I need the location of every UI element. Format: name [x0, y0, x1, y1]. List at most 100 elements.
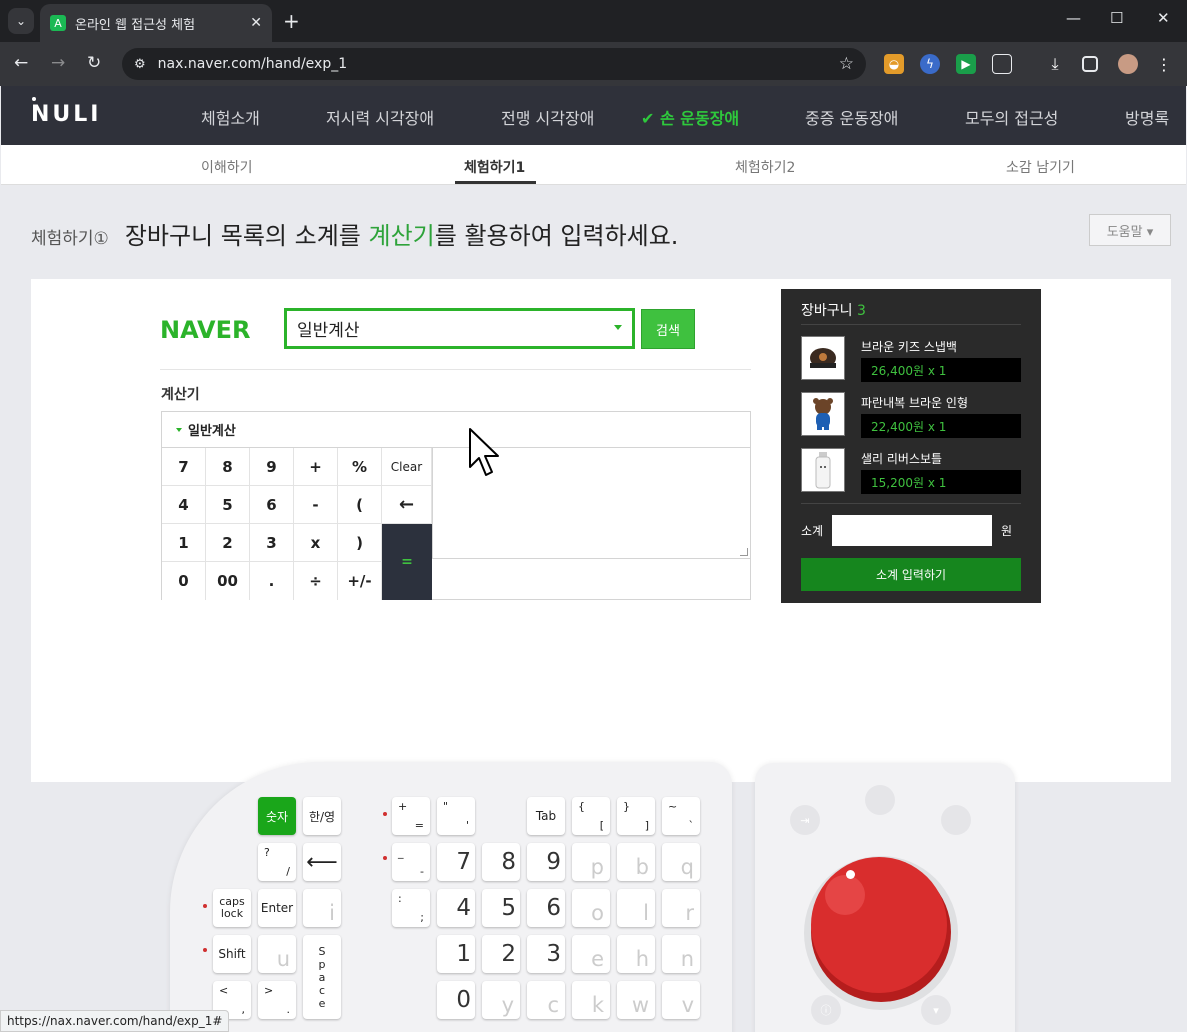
- back-icon[interactable]: ←: [14, 53, 28, 73]
- vk-9[interactable]: 9: [527, 843, 565, 881]
- subnav-understand[interactable]: 이해하기: [201, 157, 253, 177]
- vk-y[interactable]: y: [482, 981, 520, 1019]
- help-button[interactable]: 도움말 ▾: [1089, 214, 1171, 246]
- vk-1[interactable]: 1: [437, 935, 475, 973]
- download-icon[interactable]: ⤓: [1045, 54, 1065, 74]
- extensions-icon[interactable]: [992, 54, 1012, 74]
- calc-key-6[interactable]: 6: [250, 486, 294, 524]
- calc-key-open-paren[interactable]: (: [338, 486, 382, 524]
- calc-key-0[interactable]: 0: [162, 562, 206, 600]
- calc-key-sign[interactable]: +/-: [338, 562, 382, 600]
- search-select[interactable]: 일반계산: [284, 308, 635, 349]
- calc-key-8[interactable]: 8: [206, 448, 250, 486]
- url-text[interactable]: nax.naver.com/hand/exp_1: [158, 56, 839, 72]
- maximize-icon[interactable]: ☐: [1110, 9, 1123, 27]
- site-settings-icon[interactable]: ⚙: [134, 57, 146, 72]
- vk-w[interactable]: w: [617, 981, 655, 1019]
- nav-hand-motor[interactable]: ✔ 손 운동장애: [641, 105, 739, 129]
- calc-key-minus[interactable]: -: [294, 486, 338, 524]
- calc-key-9[interactable]: 9: [250, 448, 294, 486]
- calc-key-4[interactable]: 4: [162, 486, 206, 524]
- vk-k[interactable]: k: [572, 981, 610, 1019]
- calc-key-clear[interactable]: Clear: [382, 448, 432, 486]
- minimize-icon[interactable]: —: [1066, 9, 1081, 27]
- joystick-knob[interactable]: [811, 857, 947, 993]
- bookmark-star-icon[interactable]: ☆: [839, 54, 854, 74]
- nav-blind[interactable]: 전맹 시각장애: [501, 105, 594, 129]
- address-bar[interactable]: ⚙ nax.naver.com/hand/exp_1 ☆: [122, 48, 866, 80]
- record-ext-icon[interactable]: ▶: [956, 54, 976, 74]
- vk-p[interactable]: p: [572, 843, 610, 881]
- search-button[interactable]: 검색: [641, 309, 695, 349]
- subtotal-input[interactable]: [832, 515, 992, 546]
- profile-ext-icon[interactable]: ◒: [884, 54, 904, 74]
- vk-0[interactable]: 0: [437, 981, 475, 1019]
- vk-6[interactable]: 6: [527, 889, 565, 927]
- subnav-experience1[interactable]: 체험하기1: [464, 157, 525, 177]
- info-icon[interactable]: ⓘ: [811, 995, 841, 1025]
- vk-shift[interactable]: Shift: [213, 935, 251, 973]
- subnav-feedback[interactable]: 소감 남기기: [1006, 157, 1075, 177]
- new-tab-icon[interactable]: +: [283, 9, 300, 33]
- tab-search-icon[interactable]: ⌄: [8, 8, 34, 34]
- calc-key-00[interactable]: 00: [206, 562, 250, 600]
- calc-key-backspace[interactable]: ←: [382, 486, 432, 524]
- vk-gt-period[interactable]: >.: [258, 981, 296, 1019]
- browser-tab[interactable]: A 온라인 웹 접근성 체험 ✕: [40, 4, 272, 42]
- calculator-mode-toggle[interactable]: 일반계산: [162, 412, 750, 448]
- vk-space[interactable]: Space: [303, 935, 341, 1019]
- vk-o[interactable]: o: [572, 889, 610, 927]
- subnav-experience2[interactable]: 체험하기2: [735, 157, 795, 177]
- vk-q[interactable]: q: [662, 843, 700, 881]
- resize-handle-icon[interactable]: [740, 548, 748, 556]
- vk-4[interactable]: 4: [437, 889, 475, 927]
- calc-key-1[interactable]: 1: [162, 524, 206, 562]
- calc-key-equals[interactable]: =: [382, 524, 432, 600]
- vk-brace-open[interactable]: {[: [572, 797, 610, 835]
- vk-2[interactable]: 2: [482, 935, 520, 973]
- tab-arrow-icon[interactable]: ⇥: [790, 805, 820, 835]
- vk-r[interactable]: r: [662, 889, 700, 927]
- vk-u[interactable]: u: [258, 935, 296, 973]
- vk-tilde[interactable]: ~ `: [662, 797, 700, 835]
- reload-icon[interactable]: ↻: [87, 53, 101, 73]
- vk-lang-toggle[interactable]: 한/영: [303, 797, 341, 835]
- vk-brace-close[interactable]: }]: [617, 797, 655, 835]
- calc-key-divide[interactable]: ÷: [294, 562, 338, 600]
- vk-n[interactable]: n: [662, 935, 700, 973]
- nav-guestbook[interactable]: 방명록: [1125, 105, 1169, 129]
- avatar[interactable]: [1118, 54, 1138, 74]
- calc-key-multiply[interactable]: x: [294, 524, 338, 562]
- menu-dots-icon[interactable]: ⋮: [1154, 54, 1174, 74]
- calc-key-plus[interactable]: +: [294, 448, 338, 486]
- vk-v[interactable]: v: [662, 981, 700, 1019]
- calc-key-3[interactable]: 3: [250, 524, 294, 562]
- submit-subtotal-button[interactable]: 소계 입력하기: [801, 558, 1021, 591]
- vk-number-mode[interactable]: 숫자: [258, 797, 296, 835]
- vk-7[interactable]: 7: [437, 843, 475, 881]
- vk-l[interactable]: l: [617, 889, 655, 927]
- vk-question-slash[interactable]: ? /: [258, 843, 296, 881]
- nav-severe-motor[interactable]: 중증 운동장애: [805, 105, 898, 129]
- nav-accessibility-for-all[interactable]: 모두의 접근성: [965, 105, 1058, 129]
- calc-key-decimal[interactable]: .: [250, 562, 294, 600]
- vk-underscore-dash[interactable]: _ -: [392, 843, 430, 881]
- vk-enter[interactable]: Enter: [258, 889, 296, 927]
- vk-i[interactable]: i: [303, 889, 341, 927]
- bolt-ext-icon[interactable]: ϟ: [920, 54, 940, 74]
- calc-key-percent[interactable]: %: [338, 448, 382, 486]
- window-close-icon[interactable]: ✕: [1157, 9, 1170, 27]
- sidepanel-icon[interactable]: [1082, 56, 1098, 72]
- vk-c[interactable]: c: [527, 981, 565, 1019]
- vk-plus-equals[interactable]: + =: [392, 797, 430, 835]
- nav-low-vision[interactable]: 저시력 시각장애: [326, 105, 434, 129]
- vk-5[interactable]: 5: [482, 889, 520, 927]
- scroll-down-icon[interactable]: ▾: [921, 995, 951, 1025]
- vk-colon[interactable]: :;: [392, 889, 430, 927]
- vk-caps-lock[interactable]: caps lock: [213, 889, 251, 927]
- vk-h[interactable]: h: [617, 935, 655, 973]
- forward-icon[interactable]: →: [51, 53, 65, 73]
- vk-3[interactable]: 3: [527, 935, 565, 973]
- vk-b[interactable]: b: [617, 843, 655, 881]
- vk-quote[interactable]: " ': [437, 797, 475, 835]
